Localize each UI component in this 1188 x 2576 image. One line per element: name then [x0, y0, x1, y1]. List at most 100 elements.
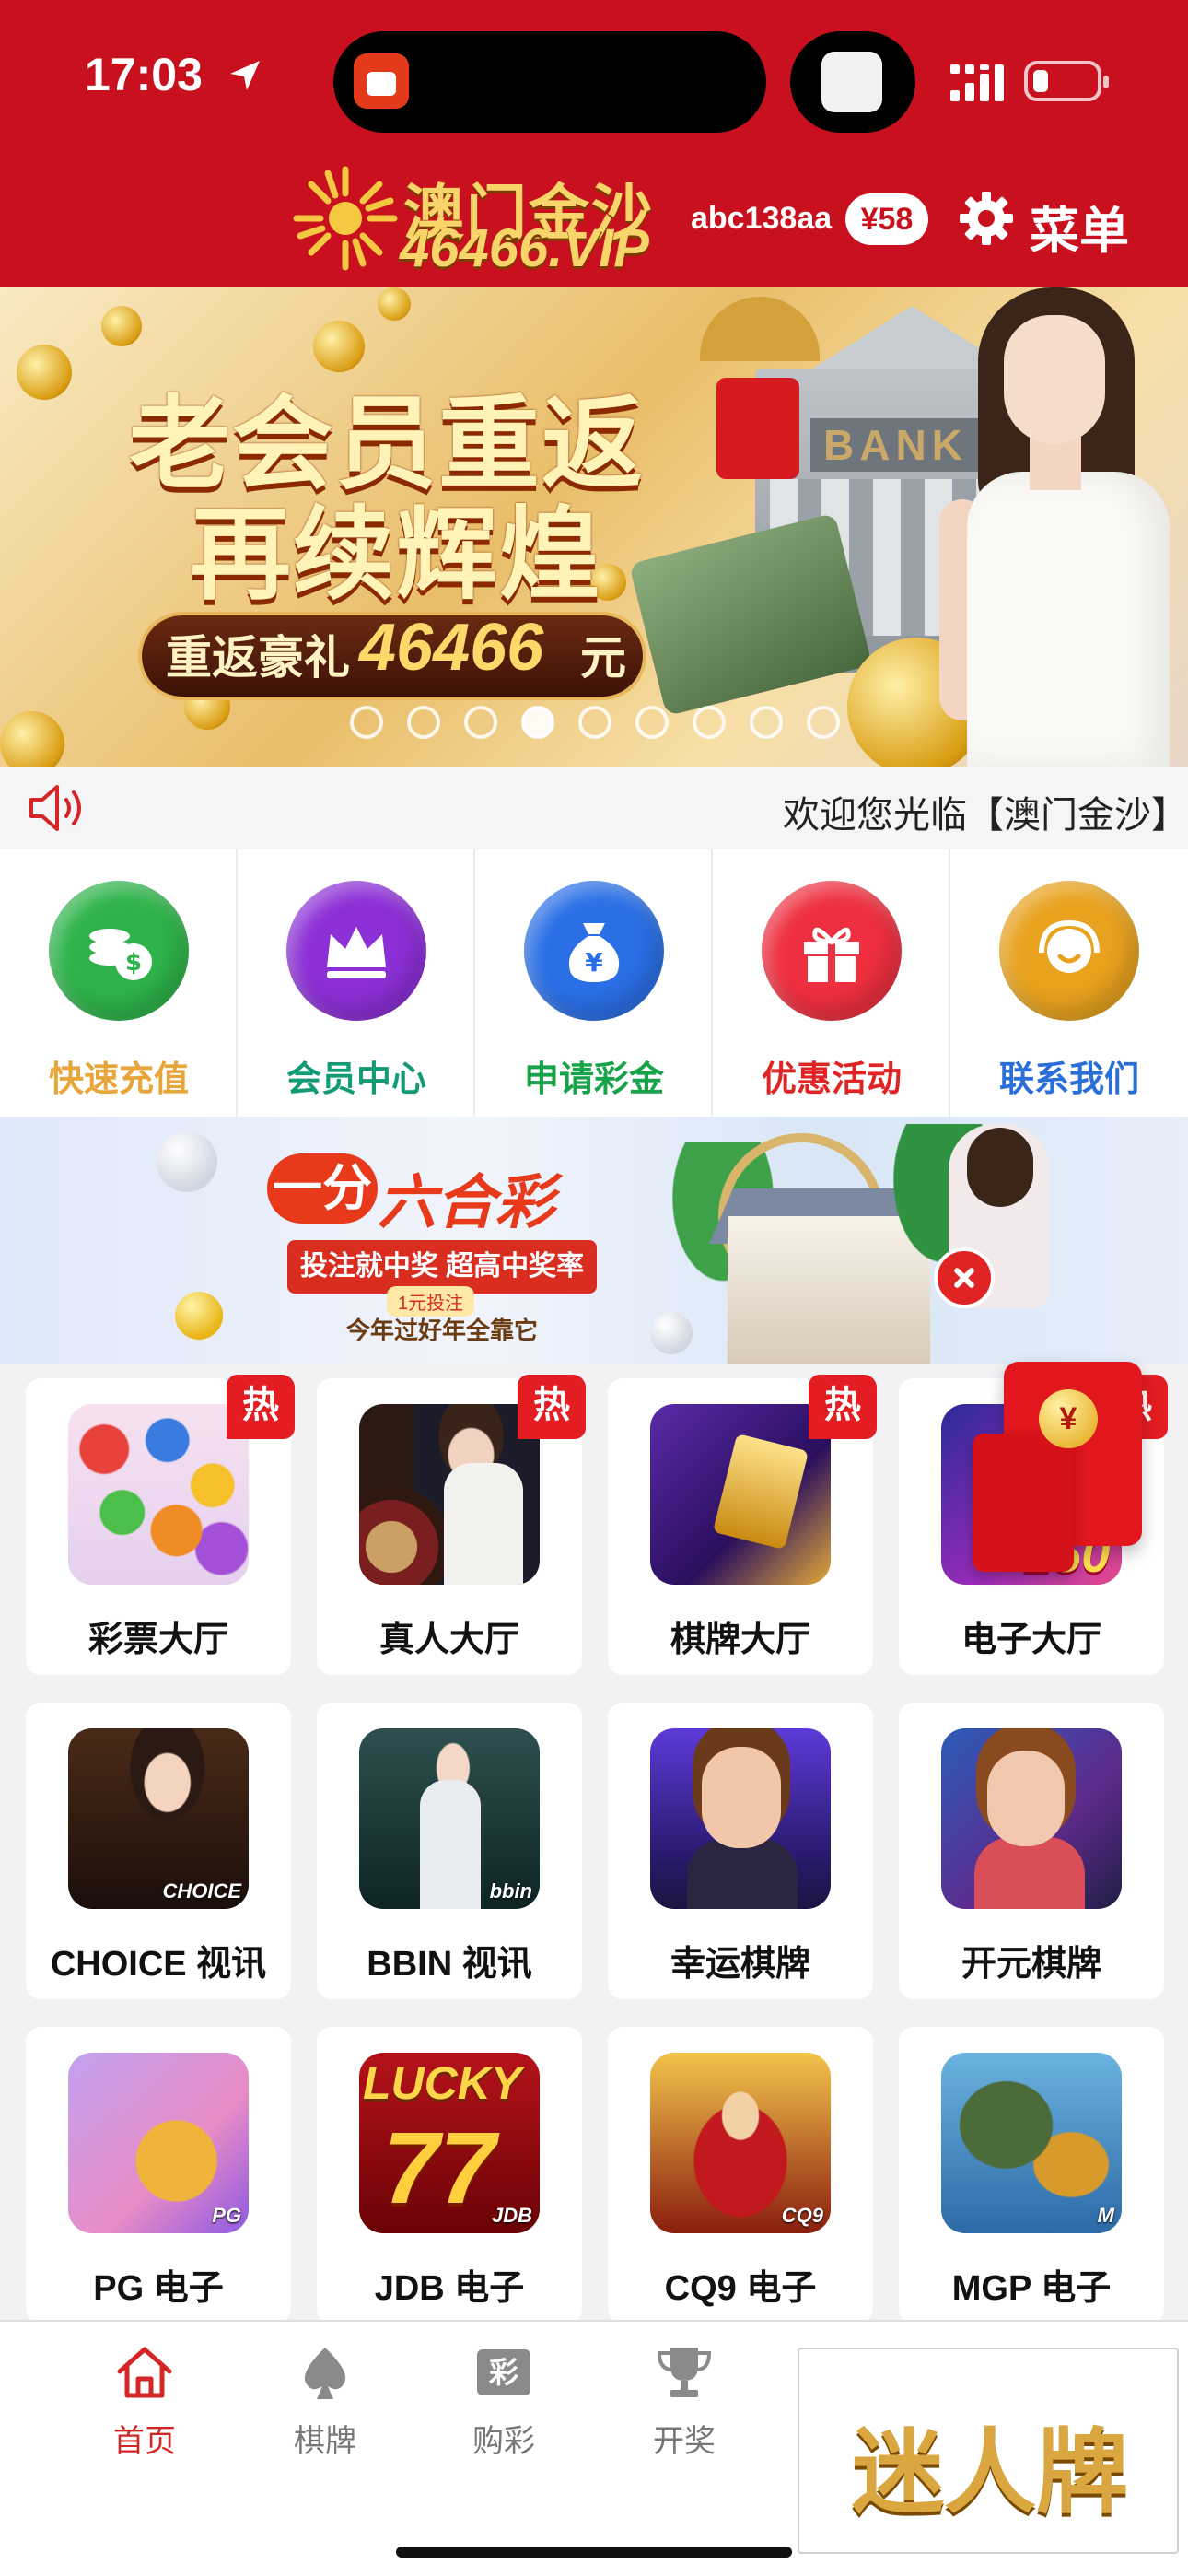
- gold-coin-decoration: [0, 711, 64, 767]
- game-label: CHOICE 视讯: [50, 1945, 267, 1984]
- logo-sun-icon: [293, 166, 398, 271]
- choice-thumbnail: CHOICE: [68, 1728, 249, 1909]
- game-label: 幸运棋牌: [670, 1945, 810, 1984]
- jdb-thumbnail: LUCKY 77 JDB: [359, 2053, 540, 2233]
- brand-tag: bbin: [489, 1879, 532, 1903]
- quick-contact[interactable]: 联系我们: [950, 849, 1188, 1117]
- balance-badge[interactable]: ¥58: [845, 193, 928, 245]
- lottery-ticket-icon: 彩: [477, 2349, 530, 2395]
- gold-coin-decoration: [378, 287, 411, 321]
- tab-results[interactable]: 开奖: [606, 2340, 763, 2478]
- banner-bonus-amount: 46466: [359, 611, 544, 685]
- quick-label: 会员中心: [285, 1060, 426, 1099]
- banner-dot[interactable]: [807, 706, 840, 739]
- red-envelope-front[interactable]: [973, 1434, 1074, 1572]
- floating-ad[interactable]: 迷人牌: [798, 2348, 1179, 2554]
- battery-icon: [1024, 61, 1109, 101]
- ticket-glyph: 彩: [489, 2355, 518, 2390]
- quick-label: 快速充值: [48, 1060, 189, 1099]
- game-label: 真人大厅: [379, 1621, 519, 1659]
- hot-badge: 热: [518, 1375, 586, 1439]
- banner-dot[interactable]: [693, 706, 726, 739]
- brand-tag: CQ9: [781, 2204, 823, 2227]
- tab-label: 开奖: [653, 2424, 716, 2459]
- home-indicator: [396, 2547, 792, 2558]
- trophy-icon: [657, 2348, 712, 2397]
- game-card-live[interactable]: 热 真人大厅: [317, 1375, 586, 1675]
- banner-dot[interactable]: [521, 706, 554, 739]
- quick-member-center[interactable]: 会员中心: [238, 849, 475, 1117]
- game-card-mgp[interactable]: M MGP 电子: [899, 2027, 1164, 2324]
- banner-dot[interactable]: [578, 706, 611, 739]
- mgp-thumbnail: M: [941, 2053, 1122, 2233]
- tab-label: 棋牌: [294, 2424, 356, 2459]
- banner-pagination[interactable]: [350, 706, 847, 739]
- game-card-lucky-chess[interactable]: 幸运棋牌: [608, 1703, 873, 1999]
- yuan-coin-icon: ¥: [1039, 1389, 1098, 1448]
- roulette-wheel-decoration: [359, 1487, 451, 1585]
- tab-home[interactable]: 首页: [66, 2340, 223, 2478]
- tab-chess[interactable]: 棋牌: [247, 2340, 403, 2478]
- banner-dot[interactable]: [635, 706, 669, 739]
- brand-tag: CHOICE: [162, 1879, 241, 1903]
- live-activity-app-icon: [354, 53, 409, 109]
- red-envelope-decoration: [716, 378, 799, 479]
- game-card-lottery[interactable]: 热 彩票大厅: [26, 1375, 295, 1675]
- logo-domain: 46466.VIP: [400, 218, 649, 278]
- quick-promotions[interactable]: 优惠活动: [713, 849, 950, 1117]
- game-label: BBIN 视讯: [367, 1945, 532, 1984]
- dealer-figure: [444, 1463, 523, 1585]
- banner-dot[interactable]: [464, 706, 497, 739]
- close-icon[interactable]: [934, 1247, 995, 1308]
- ad-title: 六合彩: [378, 1169, 554, 1235]
- lottery-thumbnail: [68, 1404, 249, 1585]
- character-head: [702, 1747, 781, 1848]
- chess-thumbnail: [650, 1404, 831, 1585]
- hot-badge: 热: [227, 1375, 295, 1439]
- quick-apply-bonus[interactable]: ¥ 申请彩金: [475, 849, 713, 1117]
- banner-dot[interactable]: [750, 706, 783, 739]
- ad-slogan: 今年过好年全靠它: [346, 1317, 539, 1344]
- character-head: [987, 1751, 1065, 1846]
- gear-icon[interactable]: [958, 190, 1015, 247]
- game-card-jdb[interactable]: LUCKY 77 JDB JDB 电子: [317, 2027, 582, 2324]
- quick-label: 联系我们: [998, 1060, 1139, 1099]
- game-card-choice[interactable]: CHOICE CHOICE 视讯: [26, 1703, 291, 1999]
- tab-label: 购彩: [472, 2424, 535, 2459]
- hot-badge: 热: [809, 1375, 877, 1439]
- dealer-figure: [420, 1780, 481, 1909]
- game-card-bbin[interactable]: bbin BBIN 视讯: [317, 1703, 582, 1999]
- quick-deposit[interactable]: $ 快速充值: [0, 849, 238, 1117]
- floating-ad-text: 迷人牌: [852, 2418, 1128, 2526]
- lottery-ball-decoration: [175, 1292, 223, 1340]
- speaker-icon: [29, 785, 81, 831]
- game-card-pg[interactable]: PG PG 电子: [26, 2027, 291, 2324]
- quick-label: 优惠活动: [761, 1060, 902, 1099]
- svg-text:¥: ¥: [585, 947, 603, 978]
- game-label: MGP 电子: [951, 2269, 1112, 2308]
- game-card-chess[interactable]: 热 棋牌大厅: [608, 1375, 877, 1675]
- live-activity-thumbnail: [821, 52, 882, 112]
- gold-card-decoration: [712, 1433, 809, 1551]
- announcement-text: 欢迎您光临【澳门金沙】: [783, 795, 1188, 836]
- username-label[interactable]: abc138aa: [691, 201, 832, 237]
- spade-icon: [304, 2348, 346, 2399]
- headset-icon: [999, 881, 1139, 1021]
- banner-headline-2: 再续辉煌: [190, 495, 602, 614]
- game-label: CQ9 电子: [664, 2269, 817, 2308]
- game-label: PG 电子: [93, 2269, 224, 2308]
- game-card-kaiyuan[interactable]: 开元棋牌: [899, 1703, 1164, 1999]
- bbin-thumbnail: bbin: [359, 1728, 540, 1909]
- banner-dot[interactable]: [407, 706, 440, 739]
- status-time: 17:03: [85, 49, 203, 100]
- game-label: 开元棋牌: [961, 1945, 1101, 1984]
- location-arrow-icon: [230, 61, 260, 90]
- ad-model-hair: [967, 1128, 1033, 1207]
- tab-buy-lottery[interactable]: 彩 购彩: [425, 2340, 582, 2478]
- game-card-cq9[interactable]: CQ9 CQ9 电子: [608, 2027, 873, 2324]
- menu-button[interactable]: 菜单: [1030, 190, 1129, 263]
- coins-icon: $: [49, 881, 189, 1021]
- jdb-art-title: LUCKY: [363, 2057, 522, 2109]
- banner-dot[interactable]: [350, 706, 383, 739]
- live-casino-thumbnail: [359, 1404, 540, 1585]
